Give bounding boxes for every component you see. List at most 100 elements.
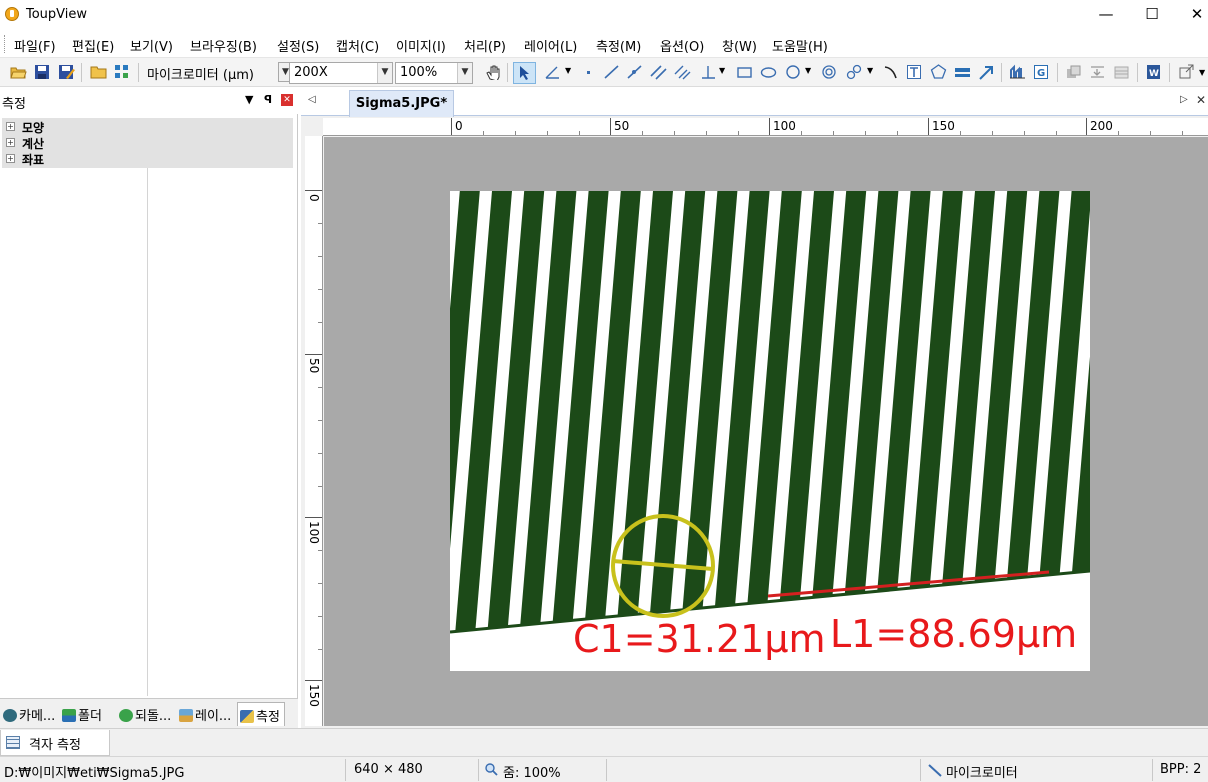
panel-tabs: 카메... 폴더 되돌... 레이... 측정 bbox=[0, 698, 298, 728]
ruler-tick bbox=[305, 680, 322, 681]
chevron-down-icon[interactable]: ▼ bbox=[565, 66, 571, 75]
ruler-minor-tick bbox=[992, 131, 993, 135]
panel-menu-icon[interactable]: ▼ bbox=[245, 93, 253, 106]
concentric-circle-icon[interactable] bbox=[821, 64, 838, 80]
tab-folder[interactable]: 폴더 bbox=[62, 702, 102, 726]
menu-layer[interactable]: 레이어(L) bbox=[524, 36, 577, 55]
tab-grid-measure[interactable]: 격자 측정 bbox=[0, 730, 110, 756]
line-icon[interactable] bbox=[603, 64, 620, 80]
panel-close-icon[interactable]: ✕ bbox=[281, 94, 293, 106]
menu-edit[interactable]: 편집(E) bbox=[72, 36, 114, 55]
document-tab-strip: ◁ Sigma5.JPG* ▷ ✕ bbox=[301, 88, 1208, 117]
chevron-down-icon[interactable]: ▼ bbox=[1199, 68, 1205, 77]
status-separator bbox=[1152, 759, 1153, 781]
folder-tree-icon bbox=[62, 709, 76, 722]
ruler-minor-tick bbox=[318, 550, 322, 551]
export-icon[interactable] bbox=[1178, 64, 1195, 80]
menu-help[interactable]: 도움말(H) bbox=[772, 36, 828, 55]
status-separator bbox=[920, 759, 921, 781]
measure-circle-label[interactable]: C1=31.21µm bbox=[573, 617, 826, 661]
chevron-down-icon[interactable]: ▼ bbox=[719, 66, 725, 75]
menu-browse[interactable]: 브라우징(B) bbox=[190, 36, 257, 55]
link-icon[interactable] bbox=[846, 64, 863, 80]
circle-icon[interactable] bbox=[785, 64, 802, 80]
save-icon[interactable] bbox=[34, 64, 51, 80]
table-icon[interactable] bbox=[1113, 64, 1130, 80]
parallel-icon[interactable] bbox=[650, 64, 667, 80]
calibration-icon[interactable] bbox=[1009, 64, 1026, 80]
tab-camera[interactable]: 카메... bbox=[3, 702, 55, 726]
measure-settings-icon[interactable]: G bbox=[1033, 64, 1050, 80]
rectangle-icon[interactable] bbox=[736, 64, 753, 80]
folder-icon[interactable] bbox=[90, 64, 107, 80]
ruler-minor-tick bbox=[1056, 131, 1057, 135]
arc-icon[interactable] bbox=[882, 64, 899, 80]
arrow-icon[interactable] bbox=[978, 64, 995, 80]
tab-layer[interactable]: 레이... bbox=[179, 702, 231, 726]
column-divider bbox=[147, 168, 148, 696]
image-canvas[interactable]: C1=31.21µm L1=88.69µm bbox=[324, 137, 1208, 726]
tab-label: 레이... bbox=[195, 709, 232, 724]
tree-item-coordinates[interactable]: + 좌표 bbox=[2, 151, 293, 167]
point-icon[interactable] bbox=[580, 64, 597, 80]
ruler-tick bbox=[769, 118, 770, 135]
double-parallel-icon[interactable] bbox=[674, 64, 691, 80]
minimize-button[interactable]: — bbox=[1083, 0, 1129, 30]
menu-capture[interactable]: 캡처(C) bbox=[336, 36, 379, 55]
chevron-down-icon[interactable]: ▼ bbox=[867, 66, 873, 75]
menu-view[interactable]: 보기(V) bbox=[130, 36, 173, 55]
menu-window[interactable]: 창(W) bbox=[722, 36, 757, 55]
angle-icon[interactable] bbox=[544, 64, 561, 80]
ruler-minor-tick bbox=[1150, 131, 1151, 135]
align-icon[interactable] bbox=[1089, 64, 1106, 80]
undo-icon bbox=[119, 709, 133, 722]
horizontal-ruler: 0 50 100 150 200 bbox=[323, 118, 1208, 136]
measure-line-label[interactable]: L1=88.69µm bbox=[830, 612, 1077, 656]
ruler-minor-tick bbox=[1024, 131, 1025, 135]
menu-process[interactable]: 처리(P) bbox=[464, 36, 506, 55]
open-folder-icon[interactable] bbox=[10, 64, 27, 80]
text-icon[interactable] bbox=[906, 64, 923, 80]
ruler-minor-tick bbox=[318, 289, 322, 290]
magnification-select[interactable]: 200X ▼ bbox=[289, 62, 393, 84]
scroll-tabs-right-icon[interactable]: ▷ bbox=[1180, 94, 1188, 105]
tree-item-shape[interactable]: + 모양 bbox=[2, 119, 293, 135]
menu-file[interactable]: 파일(F) bbox=[14, 36, 56, 55]
microscope-image[interactable]: C1=31.21µm L1=88.69µm bbox=[450, 191, 1090, 671]
chevron-down-icon[interactable]: ▼ bbox=[805, 66, 811, 75]
tab-undo[interactable]: 되돌... bbox=[119, 702, 171, 726]
status-image-dimensions: 640 × 480 bbox=[354, 762, 423, 777]
ruler-tick bbox=[305, 517, 322, 518]
maximize-button[interactable]: ☐ bbox=[1129, 0, 1175, 30]
tab-measure[interactable]: 측정 bbox=[237, 702, 285, 726]
grid-icon[interactable] bbox=[114, 64, 131, 80]
save-as-icon[interactable] bbox=[58, 64, 75, 80]
zoom-select-value: 100% bbox=[400, 65, 438, 80]
menu-options[interactable]: 옵션(O) bbox=[660, 36, 704, 55]
ellipse-icon[interactable] bbox=[760, 64, 777, 80]
copy-layer-icon[interactable] bbox=[1065, 64, 1082, 80]
hand-icon[interactable] bbox=[485, 64, 502, 80]
pin-icon[interactable]: ꟼ bbox=[264, 93, 272, 106]
scroll-tabs-left-icon[interactable]: ◁ bbox=[308, 94, 316, 105]
tree-item-calculation[interactable]: + 계산 bbox=[2, 135, 293, 151]
menu-image[interactable]: 이미지(I) bbox=[396, 36, 446, 55]
close-button[interactable]: ✕ bbox=[1174, 0, 1208, 30]
expand-icon[interactable]: + bbox=[6, 154, 15, 163]
perpendicular-icon[interactable] bbox=[700, 64, 717, 80]
expand-icon[interactable]: + bbox=[6, 138, 15, 147]
unit-select[interactable]: 마이크로미터 (µm) ▼ bbox=[143, 62, 293, 84]
menu-measure[interactable]: 측정(M) bbox=[596, 36, 641, 55]
pointer-tool-button[interactable] bbox=[513, 62, 536, 84]
zoom-select[interactable]: 100% ▼ bbox=[395, 62, 473, 84]
document-tab[interactable]: Sigma5.JPG* bbox=[349, 90, 454, 117]
arrow-line-icon[interactable] bbox=[626, 64, 643, 80]
ruler-label: 150 bbox=[932, 119, 955, 133]
scale-bar-icon[interactable] bbox=[954, 64, 971, 80]
menu-settings[interactable]: 설정(S) bbox=[277, 36, 319, 55]
word-export-icon[interactable]: W bbox=[1145, 64, 1162, 80]
polygon-icon[interactable] bbox=[930, 64, 947, 80]
ruler-minor-tick bbox=[897, 131, 898, 135]
expand-icon[interactable]: + bbox=[6, 122, 15, 131]
close-document-icon[interactable]: ✕ bbox=[1196, 93, 1206, 107]
